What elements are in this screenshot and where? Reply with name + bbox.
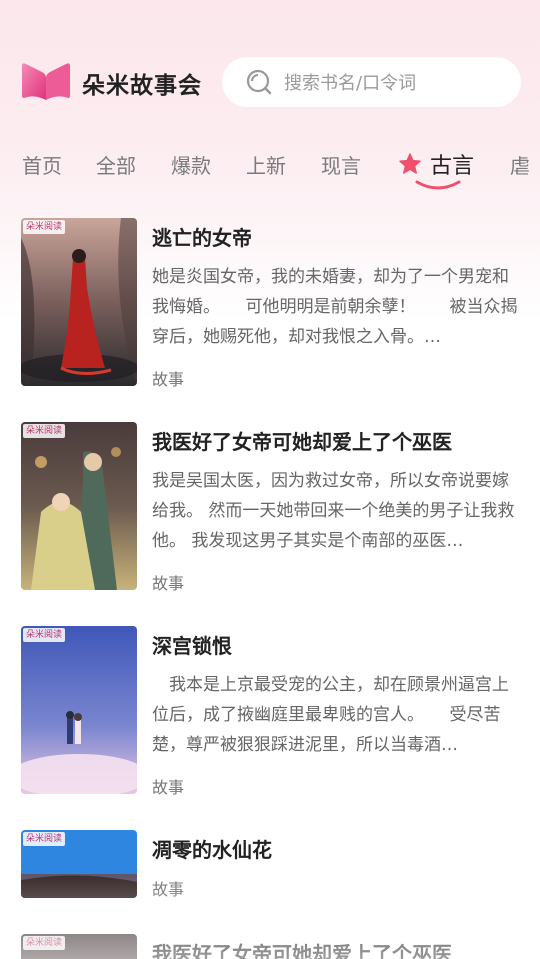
tab-ancient-romance[interactable]: 古言	[430, 148, 474, 180]
search-bar[interactable]: 搜索书名/口令词	[222, 57, 521, 107]
cover-badge: 朵米阅读	[23, 832, 66, 846]
book-tag: 故事	[152, 574, 185, 593]
search-icon	[246, 69, 272, 95]
book-tag: 故事	[152, 778, 185, 797]
book-title[interactable]: 我医好了女帝可她却爱上了个巫医	[152, 426, 452, 455]
cover-badge: 朵米阅读	[23, 628, 66, 642]
app-logo-icon	[22, 63, 70, 100]
search-placeholder: 搜索书名/口令词	[284, 73, 417, 94]
cover-badge: 朵米阅读	[23, 424, 66, 438]
cover-image	[21, 218, 137, 386]
book-title[interactable]: 我医好了女帝可她却爱上了个巫医	[152, 938, 452, 959]
book-cover[interactable]: 朵米阅读	[21, 422, 137, 590]
book-description: 她是炎国女帝，我的未婚妻，却为了一个男宠和我悔婚。 可他明明是前朝余孽！ 被当众…	[152, 267, 518, 347]
header: 朵米故事会 搜索书名/口令词	[0, 0, 540, 130]
cover-image	[21, 626, 137, 794]
star-icon	[399, 153, 421, 174]
book-tag: 故事	[152, 370, 185, 389]
book-cover[interactable]: 朵米阅读	[21, 934, 137, 959]
tab-new[interactable]: 上新	[246, 150, 286, 179]
book-cover[interactable]: 朵米阅读	[21, 218, 137, 386]
book-title[interactable]: 深宫锁恨	[152, 630, 232, 659]
cover-badge: 朵米阅读	[23, 220, 66, 234]
book-tag: 故事	[152, 880, 185, 899]
tab-home[interactable]: 首页	[22, 150, 62, 179]
app-title: 朵米故事会	[82, 73, 202, 99]
active-tab-indicator	[415, 180, 461, 190]
tab-all[interactable]: 全部	[96, 150, 136, 179]
book-cover[interactable]: 朵米阅读	[21, 626, 137, 794]
book-description: 我本是上京最受宠的公主，却在顾景州逼宫上位后，成了掖幽庭里最卑贱的宫人。 受尽苦…	[152, 675, 509, 755]
book-title[interactable]: 凋零的水仙花	[152, 834, 272, 863]
book-cover[interactable]: 朵米阅读	[21, 830, 137, 898]
book-title[interactable]: 逃亡的女帝	[152, 222, 252, 251]
tab-angst[interactable]: 虐	[510, 150, 530, 179]
tab-hot[interactable]: 爆款	[171, 150, 211, 179]
cover-badge: 朵米阅读	[23, 936, 66, 950]
tab-modern-romance[interactable]: 现言	[321, 150, 361, 179]
cover-image	[21, 422, 137, 590]
book-description: 我是吴国太医，因为救过女帝，所以女帝说要嫁给我。 然而一天她带回来一个绝美的男子…	[152, 471, 515, 551]
